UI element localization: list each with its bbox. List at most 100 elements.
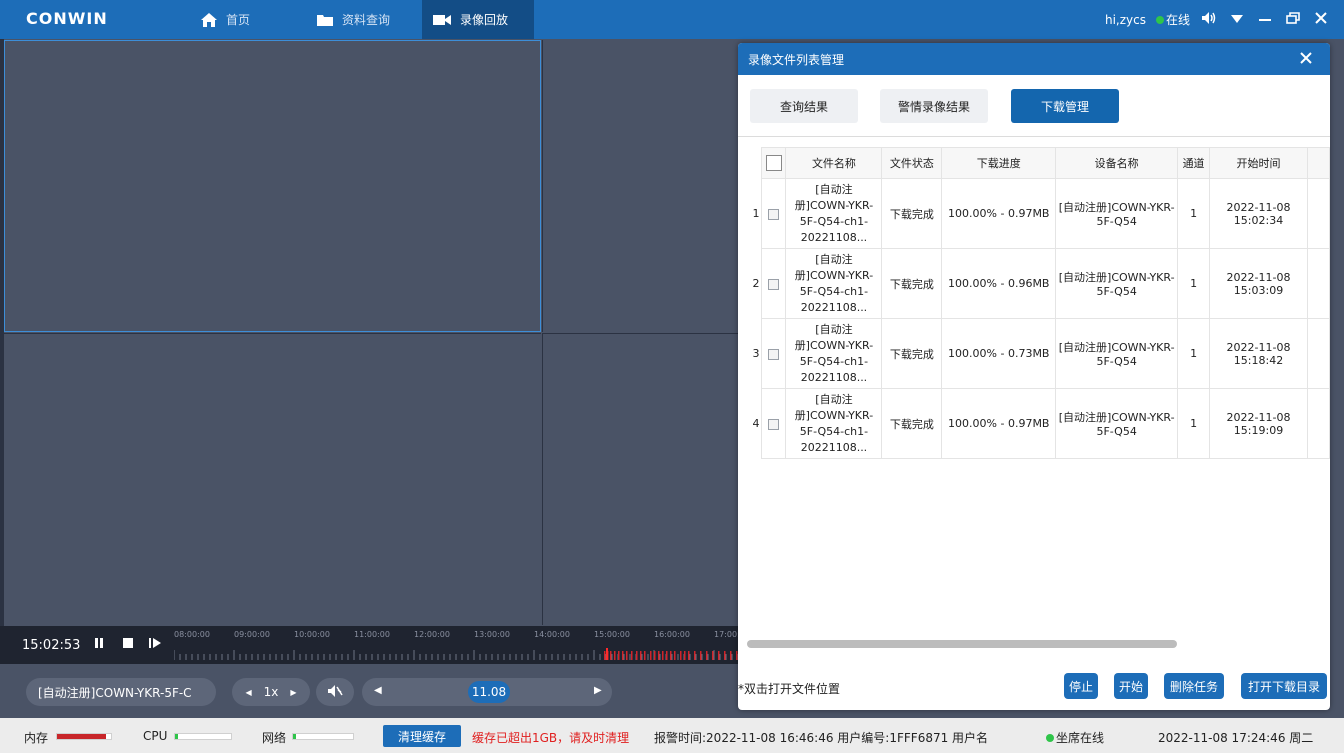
minimize-icon[interactable] — [1256, 12, 1274, 28]
device-selector[interactable]: [自动注册]COWN-YKR-5F-C — [26, 678, 216, 706]
seat-status: 坐席在线 — [1046, 729, 1104, 746]
rate-decrease-icon[interactable]: ◀ — [245, 688, 251, 697]
online-status: 在线 — [1155, 11, 1190, 28]
nav-video-playback-label: 录像回放 — [460, 13, 509, 27]
header-file-status[interactable]: 文件状态 — [881, 147, 943, 179]
header-progress[interactable]: 下载进度 — [941, 147, 1057, 179]
date-next-icon[interactable]: ▶ — [594, 685, 602, 696]
pause-icon[interactable] — [94, 637, 104, 652]
header-device-name[interactable]: 设备名称 — [1055, 147, 1179, 179]
video-pane-4[interactable] — [542, 333, 742, 625]
volume-icon[interactable] — [1200, 11, 1218, 29]
file-name-cell: [自动注册]COWN-YKR-5F-Q54-ch1-20221108... — [785, 318, 883, 389]
network-meter-fill — [293, 734, 296, 739]
nav-video-playback[interactable]: 录像回放 — [422, 0, 534, 39]
memory-meter — [56, 733, 112, 740]
row-checkbox-cell[interactable] — [761, 318, 787, 389]
recording-mark — [718, 651, 720, 660]
device-cell: [自动注册]COWN-YKR-5F-Q54 — [1055, 248, 1179, 319]
delete-task-button[interactable]: 删除任务 — [1164, 673, 1224, 699]
date-chip[interactable]: 11.08 — [468, 681, 510, 703]
table-row[interactable]: 4 [自动注册]COWN-YKR-5F-Q54-ch1-20221108... … — [746, 388, 1330, 459]
row-checkbox-cell[interactable] — [761, 388, 787, 459]
row-checkbox-cell[interactable] — [761, 248, 787, 319]
channel-cell: 1 — [1177, 178, 1211, 249]
tab-alarm-results[interactable]: 警情录像结果 — [880, 89, 988, 123]
recording-mark — [614, 651, 616, 660]
stop-icon[interactable] — [122, 637, 134, 652]
user-greeting: hi,zycs — [1104, 12, 1146, 27]
recording-mark — [650, 651, 652, 660]
spacer-cell — [1306, 178, 1330, 249]
channel-cell: 1 — [1177, 248, 1211, 319]
network-meter — [292, 733, 354, 740]
open-download-dir-button[interactable]: 打开下载目录 — [1241, 673, 1327, 699]
recording-mark — [724, 651, 726, 660]
home-icon — [200, 12, 218, 28]
row-checkbox[interactable] — [768, 208, 780, 220]
row-checkbox-cell[interactable] — [761, 178, 787, 249]
table-row[interactable]: 2 [自动注册]COWN-YKR-5F-Q54-ch1-20221108... … — [746, 248, 1330, 319]
seat-online-dot-icon — [1046, 734, 1054, 742]
stop-button[interactable]: 停止 — [1064, 673, 1098, 699]
header-start-time[interactable]: 开始时间 — [1209, 147, 1308, 179]
start-button[interactable]: 开始 — [1114, 673, 1148, 699]
recording-mark — [654, 651, 656, 660]
top-bar: CONWIN 首页 资料查询 录像回放 hi,zycs 在线 — [0, 0, 1344, 39]
playback-controls: [自动注册]COWN-YKR-5F-C ◀ 1x ▶ ◀ 11.08 ▶ — [0, 664, 742, 718]
nav-home[interactable]: 首页 — [190, 0, 260, 39]
open-location-hint: *双击打开文件位置 — [738, 682, 841, 696]
cpu-meter-fill — [175, 734, 178, 739]
recording-file-dialog: 录像文件列表管理 查询结果 警情录像结果 下载管理 文件名称 文件状态 下载进度… — [738, 43, 1330, 710]
dropdown-icon[interactable] — [1228, 12, 1246, 28]
device-selector-label: [自动注册]COWN-YKR-5F-C — [38, 685, 192, 700]
row-checkbox[interactable] — [768, 348, 780, 360]
restore-icon[interactable] — [1284, 11, 1302, 28]
header-file-name[interactable]: 文件名称 — [785, 147, 883, 179]
close-icon[interactable] — [1312, 11, 1330, 28]
dialog-close-icon[interactable] — [1300, 49, 1312, 68]
start-time-cell: 2022-11-08 15:02:34 — [1209, 178, 1308, 249]
tab-download-manager[interactable]: 下载管理 — [1011, 89, 1119, 123]
device-cell: [自动注册]COWN-YKR-5F-Q54 — [1055, 388, 1179, 459]
current-time: 15:02:53 — [22, 638, 81, 653]
row-checkbox[interactable] — [768, 418, 780, 430]
table-row[interactable]: 3 [自动注册]COWN-YKR-5F-Q54-ch1-20221108... … — [746, 318, 1330, 389]
file-name-cell: [自动注册]COWN-YKR-5F-Q54-ch1-20221108... — [785, 388, 883, 459]
nav-home-label: 首页 — [226, 13, 251, 27]
timeline-tick-label: 10:00:00 — [294, 630, 330, 639]
step-forward-icon[interactable] — [148, 637, 162, 652]
playhead-cursor[interactable] — [606, 648, 608, 660]
recording-mark — [640, 651, 642, 660]
date-prev-icon[interactable]: ◀ — [374, 685, 382, 696]
clear-cache-button[interactable]: 清理缓存 — [383, 725, 461, 747]
timeline-tick-label: 08:00:00 — [174, 630, 210, 639]
file-status-cell: 下载完成 — [881, 178, 943, 249]
row-number: 4 — [746, 388, 762, 459]
nav-data-query-label: 资料查询 — [342, 13, 391, 27]
nav-data-query[interactable]: 资料查询 — [306, 0, 400, 39]
select-all-checkbox[interactable] — [765, 155, 782, 171]
dialog-title: 录像文件列表管理 — [748, 52, 845, 67]
video-pane-1[interactable] — [4, 40, 541, 332]
row-checkbox[interactable] — [768, 278, 780, 290]
horizontal-scrollbar[interactable] — [747, 640, 1177, 648]
timeline-tick-label: 15:00:00 — [594, 630, 630, 639]
video-pane-2[interactable] — [542, 40, 742, 332]
dialog-title-bar: 录像文件列表管理 — [738, 43, 1330, 75]
dialog-footer: *双击打开文件位置 停止 开始 删除任务 打开下载目录 — [738, 663, 1330, 710]
recording-mark — [604, 651, 606, 660]
mute-button[interactable] — [316, 678, 354, 706]
table-row[interactable]: 1 [自动注册]COWN-YKR-5F-Q54-ch1-20221108... … — [746, 178, 1330, 249]
status-bar: 内存 CPU 网络 清理缓存 缓存已超出1GB，请及时清理 报警时间:2022-… — [0, 718, 1344, 753]
recording-mark — [622, 651, 624, 660]
timeline-track[interactable] — [174, 648, 742, 660]
header-channel[interactable]: 通道 — [1177, 147, 1211, 179]
spacer-cell — [1306, 318, 1330, 389]
tab-query-results[interactable]: 查询结果 — [750, 89, 858, 123]
progress-cell: 100.00% - 0.97MB — [941, 388, 1057, 459]
rate-increase-icon[interactable]: ▶ — [290, 688, 296, 697]
video-pane-3[interactable] — [4, 333, 541, 625]
header-select-all[interactable] — [761, 147, 787, 179]
top-right-area: hi,zycs 在线 — [1105, 0, 1330, 39]
